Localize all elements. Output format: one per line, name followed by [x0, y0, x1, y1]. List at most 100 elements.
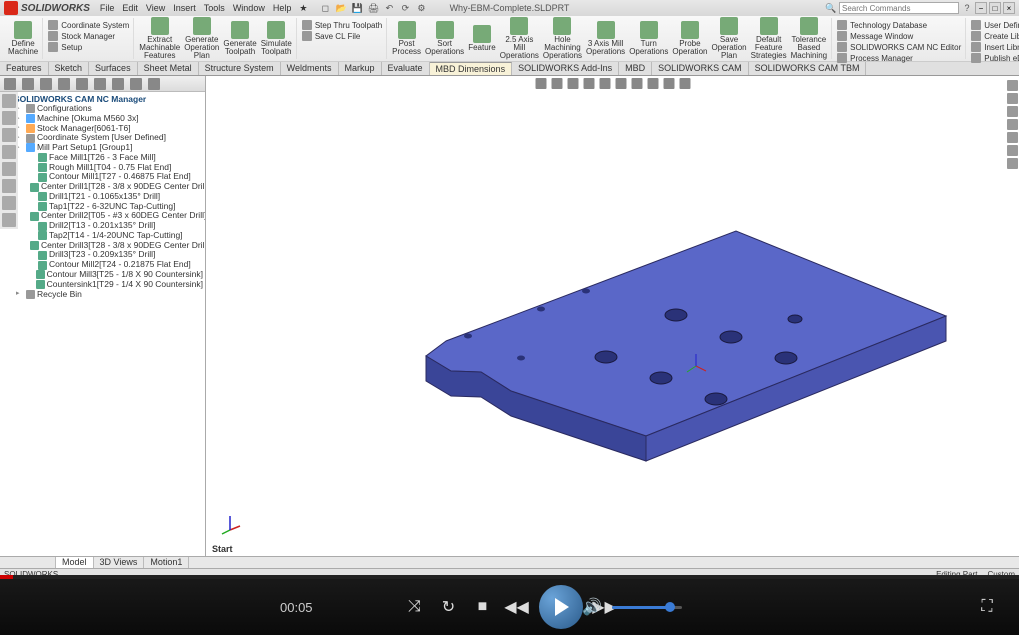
op-button-5[interactable]: 3 Axis Mill Operations — [586, 21, 625, 56]
right-link-4[interactable]: User Defined Tool/Holder — [971, 20, 1019, 30]
search-icon[interactable]: 🔍 — [825, 2, 837, 14]
tree-icon-1[interactable] — [4, 78, 16, 90]
tab-solidworks-cam-tbm[interactable]: SOLIDWORKS CAM TBM — [749, 62, 867, 75]
tree-icon-3[interactable] — [40, 78, 52, 90]
tree-icon-4[interactable] — [58, 78, 70, 90]
tree-content[interactable]: SOLIDWORKS CAM NC Manager ▸Configuration… — [0, 92, 205, 556]
op-button-0[interactable]: Post Process — [392, 21, 421, 56]
tree-node-18[interactable]: Countersink1[T29 - 1/4 X 90 Countersink] — [2, 280, 203, 290]
right-link-1[interactable]: Message Window — [837, 31, 961, 41]
op-button-8[interactable]: Save Operation Plan — [711, 17, 746, 60]
tree-icon-8[interactable] — [130, 78, 142, 90]
menu-window[interactable]: Window — [233, 3, 265, 14]
tab-solidworks-add-ins[interactable]: SOLIDWORKS Add-Ins — [512, 62, 619, 75]
tree-node-19[interactable]: ▸Recycle Bin — [2, 290, 203, 300]
view-settings-icon[interactable] — [679, 78, 690, 89]
file-explorer-icon[interactable] — [1007, 106, 1018, 117]
options-icon[interactable]: ⚙ — [415, 2, 427, 14]
maximize-button[interactable]: □ — [989, 2, 1001, 14]
save-cl-file-button[interactable]: Save CL File — [302, 31, 382, 41]
rebuild-icon[interactable]: ⟳ — [399, 2, 411, 14]
tab-sheet-metal[interactable]: Sheet Metal — [138, 62, 199, 75]
open-icon[interactable]: 📂 — [335, 2, 347, 14]
cam-tool-icon[interactable] — [2, 213, 16, 227]
tree-icon-9[interactable] — [148, 78, 160, 90]
tab-mbd-dimensions[interactable]: MBD Dimensions — [430, 62, 513, 75]
menu-insert[interactable]: Insert — [173, 3, 196, 14]
right-link-2[interactable]: SOLIDWORKS CAM NC Editor — [837, 42, 961, 52]
help-icon[interactable]: ? — [961, 2, 973, 14]
op-button-2[interactable]: Feature — [468, 25, 496, 52]
view-orientation-icon[interactable] — [599, 78, 610, 89]
coordinate-system-button[interactable]: Coordinate System — [48, 20, 129, 30]
minimize-button[interactable]: − — [975, 2, 987, 14]
right-link-5[interactable]: Create Library Object — [971, 31, 1019, 41]
save-icon[interactable]: 💾 — [351, 2, 363, 14]
setup-button[interactable]: Setup — [48, 42, 129, 52]
undo-icon[interactable]: ↶ — [383, 2, 395, 14]
right-link-6[interactable]: Insert Library Object — [971, 42, 1019, 52]
tab-evaluate[interactable]: Evaluate — [382, 62, 430, 75]
configmanager-icon[interactable] — [2, 128, 16, 142]
edit-appearance-icon[interactable] — [647, 78, 658, 89]
generate-toolpath-button[interactable]: Generate Toolpath — [223, 21, 256, 56]
tab-sketch[interactable]: Sketch — [49, 62, 90, 75]
right-link-0[interactable]: Technology Database — [837, 20, 961, 30]
op-button-3[interactable]: 2.5 Axis Mill Operations — [500, 17, 539, 60]
rewind-button[interactable]: ◀◀ — [505, 595, 529, 619]
menu-view[interactable]: View — [146, 3, 165, 14]
op-button-1[interactable]: Sort Operations — [425, 21, 464, 56]
generate-op-plan-button[interactable]: Generate Operation Plan — [184, 17, 219, 60]
new-icon[interactable]: ◻ — [319, 2, 331, 14]
dimxpert-icon[interactable] — [2, 145, 16, 159]
cam-op-icon[interactable] — [2, 196, 16, 210]
op-button-4[interactable]: Hole Machining Operations — [543, 17, 582, 60]
tree-icon-5[interactable] — [76, 78, 88, 90]
play-button[interactable] — [539, 585, 583, 629]
menu-help[interactable]: Help — [273, 3, 292, 14]
view-palette-icon[interactable] — [1007, 119, 1018, 130]
tab-surfaces[interactable]: Surfaces — [89, 62, 138, 75]
volume-knob[interactable] — [665, 602, 675, 612]
close-button[interactable]: × — [1003, 2, 1015, 14]
volume-icon[interactable]: 🔊 — [580, 595, 604, 619]
bottom-tab-model[interactable]: Model — [56, 557, 94, 568]
stop-button[interactable]: ■ — [471, 595, 495, 619]
search-commands-input[interactable] — [839, 2, 959, 14]
op-button-7[interactable]: Probe Operation — [672, 21, 707, 56]
menu-file[interactable]: File — [100, 3, 115, 14]
volume-slider[interactable] — [612, 606, 682, 609]
bottom-tab-motion[interactable]: Motion1 — [144, 557, 189, 568]
menu-tools[interactable]: Tools — [204, 3, 225, 14]
featuremanager-icon[interactable] — [2, 94, 16, 108]
print-icon[interactable]: 🖨 — [367, 2, 379, 14]
tab-solidworks-cam[interactable]: SOLIDWORKS CAM — [652, 62, 749, 75]
tree-root-node[interactable]: SOLIDWORKS CAM NC Manager — [2, 94, 203, 104]
zoom-fit-icon[interactable] — [535, 78, 546, 89]
fullscreen-button[interactable]: ⛶ — [975, 595, 999, 619]
define-machine-button[interactable]: Define Machine — [8, 21, 38, 56]
shuffle-button[interactable]: ⤨ — [403, 595, 427, 619]
tree-icon-7[interactable] — [112, 78, 124, 90]
propertymanager-icon[interactable] — [2, 111, 16, 125]
replay-button[interactable]: ↻ — [437, 595, 461, 619]
section-view-icon[interactable] — [583, 78, 594, 89]
sw-resources-icon[interactable] — [1007, 80, 1018, 91]
display-style-icon[interactable] — [615, 78, 626, 89]
tree-icon-2[interactable] — [22, 78, 34, 90]
zoom-area-icon[interactable] — [551, 78, 562, 89]
previous-view-icon[interactable] — [567, 78, 578, 89]
appearances-icon[interactable] — [1007, 132, 1018, 143]
extract-features-button[interactable]: Extract Machinable Features — [139, 17, 180, 60]
3d-viewport[interactable]: Start — [206, 76, 1019, 556]
cam-feature-icon[interactable] — [2, 179, 16, 193]
tab-weldments[interactable]: Weldments — [281, 62, 339, 75]
tree-icon-6[interactable] — [94, 78, 106, 90]
tab-structure-system[interactable]: Structure System — [199, 62, 281, 75]
design-library-icon[interactable] — [1007, 93, 1018, 104]
op-button-6[interactable]: Turn Operations — [629, 21, 668, 56]
menu-edit[interactable]: Edit — [122, 3, 138, 14]
custom-props-icon[interactable] — [1007, 145, 1018, 156]
tab-mbd[interactable]: MBD — [619, 62, 652, 75]
op-button-10[interactable]: Tolerance Based Machining — [791, 17, 827, 60]
